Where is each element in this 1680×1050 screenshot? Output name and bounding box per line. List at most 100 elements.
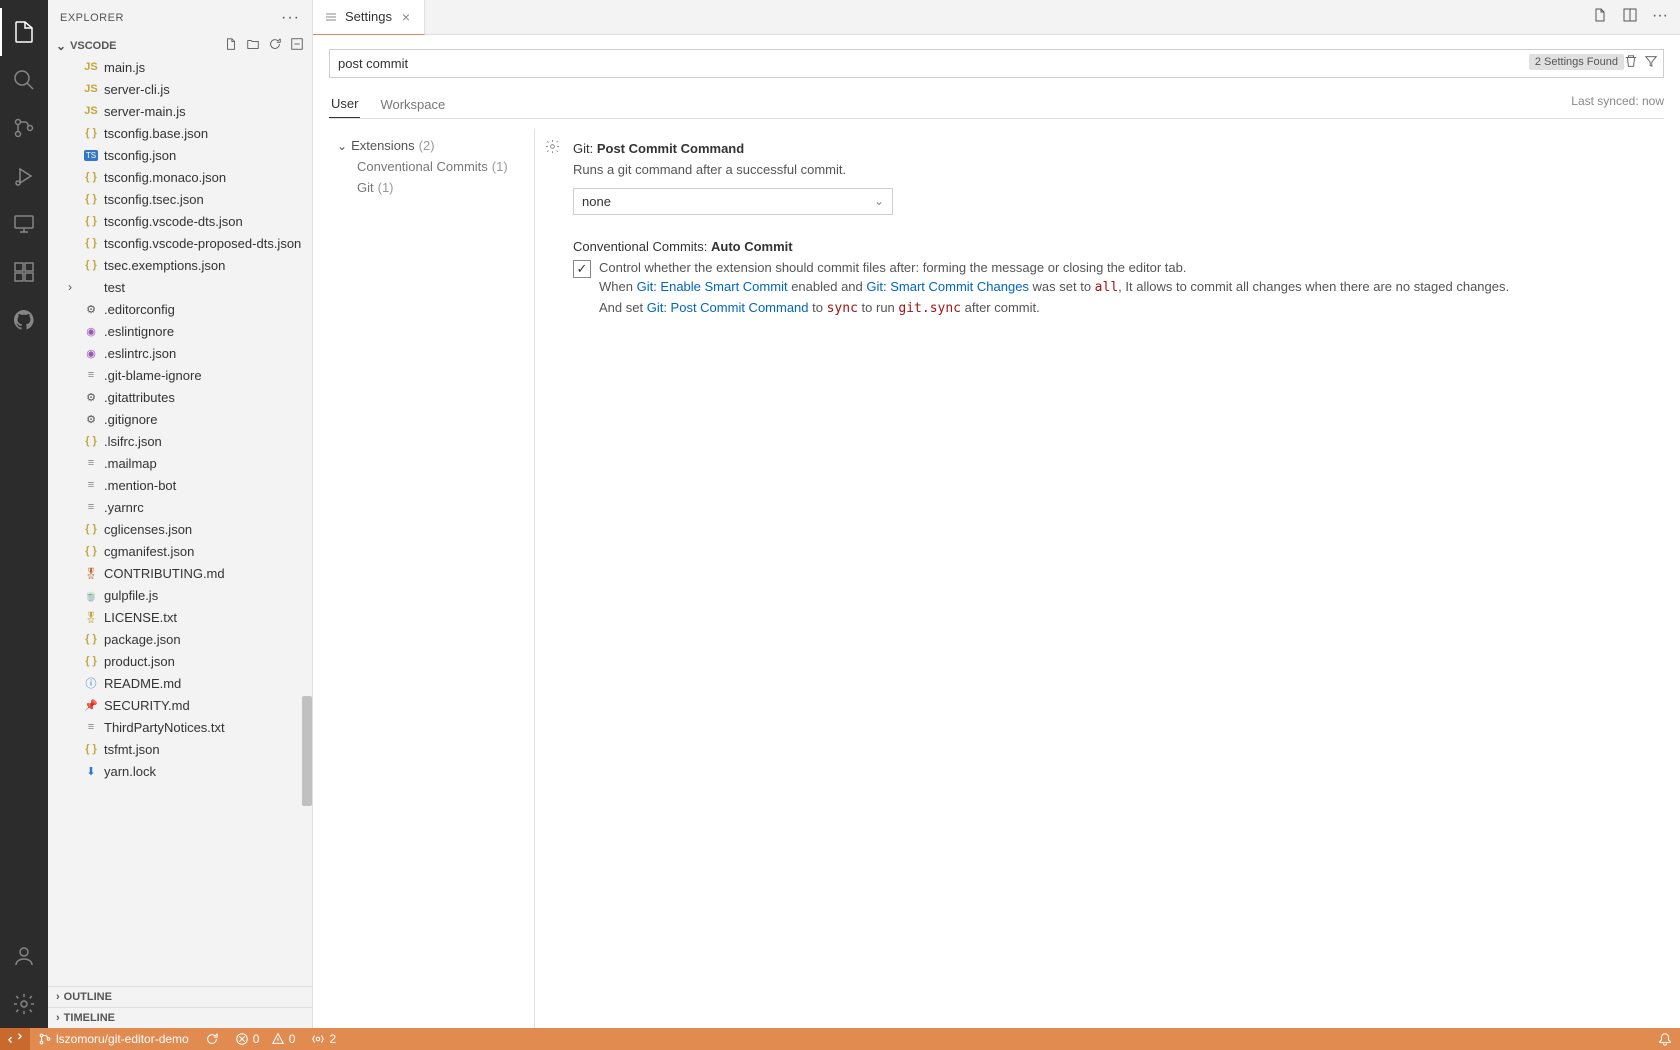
file-item[interactable]: 🎖CONTRIBUTING.md [48, 562, 312, 584]
link-post-commit-command[interactable]: Git: Post Commit Command [647, 300, 809, 315]
file-name: ThirdPartyNotices.txt [104, 720, 225, 735]
file-tree[interactable]: JSmain.jsJSserver-cli.jsJSserver-main.js… [48, 56, 312, 986]
folder-actions [224, 37, 304, 54]
notifications-icon[interactable] [1650, 1032, 1680, 1046]
file-item[interactable]: { }tsconfig.vscode-dts.json [48, 210, 312, 232]
file-item[interactable]: ≡.git-blame-ignore [48, 364, 312, 386]
setting-dropdown[interactable]: none ⌄ [573, 188, 893, 215]
collapse-icon[interactable] [290, 37, 304, 54]
close-icon[interactable]: × [398, 9, 414, 25]
tab-settings[interactable]: Settings × [313, 0, 425, 35]
remote-explorer-icon[interactable] [0, 200, 48, 248]
file-item[interactable]: { }tsconfig.tsec.json [48, 188, 312, 210]
file-item[interactable]: { }cglicenses.json [48, 518, 312, 540]
github-icon[interactable] [0, 296, 48, 344]
status-bar: lszomoru/git-editor-demo 0 0 2 [0, 1028, 1680, 1050]
link-enable-smart-commit[interactable]: Git: Enable Smart Commit [637, 279, 788, 294]
toc-git[interactable]: Git(1) [329, 177, 534, 198]
timeline-section[interactable]: ›TIMELINE [48, 1007, 312, 1028]
sync-indicator[interactable] [197, 1028, 227, 1050]
file-item[interactable]: JSmain.js [48, 56, 312, 78]
file-item[interactable]: { }product.json [48, 650, 312, 672]
file-item[interactable]: ⬇yarn.lock [48, 760, 312, 782]
file-item[interactable]: JSserver-cli.js [48, 78, 312, 100]
new-file-icon[interactable] [224, 37, 238, 54]
debug-icon[interactable] [0, 152, 48, 200]
setting-checkbox[interactable]: ✓ [573, 260, 591, 278]
file-name: SECURITY.md [104, 698, 190, 713]
file-item[interactable]: ≡.mention-bot [48, 474, 312, 496]
gear-icon[interactable] [545, 139, 560, 159]
folder-item[interactable]: ›test [48, 276, 312, 298]
file-item[interactable]: { }tsconfig.vscode-proposed-dts.json [48, 232, 312, 254]
file-name: .yarnrc [104, 500, 144, 515]
file-item[interactable]: ◉.eslintrc.json [48, 342, 312, 364]
toc-conventional-commits[interactable]: Conventional Commits(1) [329, 156, 534, 177]
setting-git-post-commit-command: Git: Post Commit Command Runs a git comm… [545, 135, 1644, 233]
file-item[interactable]: ⓘREADME.md [48, 672, 312, 694]
file-item[interactable]: { }tsfmt.json [48, 738, 312, 760]
new-folder-icon[interactable] [246, 37, 260, 54]
sidebar-more-icon[interactable]: ··· [281, 9, 300, 27]
refresh-icon[interactable] [268, 37, 282, 54]
file-item[interactable]: ⚙.gitattributes [48, 386, 312, 408]
file-name: CONTRIBUTING.md [104, 566, 225, 581]
branch-indicator[interactable]: lszomoru/git-editor-demo [30, 1028, 197, 1050]
dropdown-value: none [582, 194, 611, 209]
folder-name: VSCODE [70, 40, 116, 52]
link-smart-commit-changes[interactable]: Git: Smart Commit Changes [866, 279, 1029, 294]
chevron-down-icon: ⌄ [874, 194, 884, 208]
search-icon[interactable] [0, 56, 48, 104]
file-name: .git-blame-ignore [104, 368, 202, 383]
source-control-icon[interactable] [0, 104, 48, 152]
explorer-icon[interactable] [0, 8, 48, 56]
settings-found-badge: 2 Settings Found [1529, 54, 1624, 70]
remote-indicator[interactable] [0, 1028, 30, 1050]
file-name: package.json [104, 632, 181, 647]
manage-icon[interactable] [0, 980, 48, 1028]
file-name: tsconfig.tsec.json [104, 192, 204, 207]
file-item[interactable]: ≡ThirdPartyNotices.txt [48, 716, 312, 738]
file-item[interactable]: { }tsconfig.monaco.json [48, 166, 312, 188]
file-item[interactable]: ≡.mailmap [48, 452, 312, 474]
file-name: .lsifrc.json [104, 434, 162, 449]
file-item[interactable]: { }tsconfig.base.json [48, 122, 312, 144]
clear-search-icon[interactable] [1624, 54, 1638, 73]
settings-search-input[interactable] [329, 49, 1664, 78]
file-name: cgmanifest.json [104, 544, 194, 559]
open-settings-json-icon[interactable] [1592, 7, 1608, 28]
file-item[interactable]: { }cgmanifest.json [48, 540, 312, 562]
file-item[interactable]: { }.lsifrc.json [48, 430, 312, 452]
filter-icon[interactable] [1644, 54, 1658, 73]
file-item[interactable]: ◉.eslintignore [48, 320, 312, 342]
toc-extensions[interactable]: ⌄Extensions(2) [329, 135, 534, 156]
file-item[interactable]: TStsconfig.json [48, 144, 312, 166]
folder-header[interactable]: ⌄ VSCODE [48, 35, 312, 56]
problems-indicator[interactable]: 0 0 [227, 1028, 304, 1050]
file-name: yarn.lock [104, 764, 156, 779]
extensions-icon[interactable] [0, 248, 48, 296]
split-editor-icon[interactable] [1622, 7, 1638, 28]
file-item[interactable]: 🎖LICENSE.txt [48, 606, 312, 628]
outline-section[interactable]: ›OUTLINE [48, 986, 312, 1007]
file-name: .gitattributes [104, 390, 175, 405]
ports-indicator[interactable]: 2 [303, 1028, 344, 1050]
scope-tabs: User Workspace Last synced: now [329, 90, 1664, 119]
file-item[interactable]: { }tsec.exemptions.json [48, 254, 312, 276]
file-item[interactable]: ⚙.editorconfig [48, 298, 312, 320]
file-name: .editorconfig [104, 302, 175, 317]
scope-workspace[interactable]: Workspace [378, 91, 447, 118]
sync-status: Last synced: now [1571, 94, 1664, 114]
file-item[interactable]: 📌SECURITY.md [48, 694, 312, 716]
accounts-icon[interactable] [0, 932, 48, 980]
file-item[interactable]: ≡.yarnrc [48, 496, 312, 518]
scrollbar[interactable] [302, 696, 312, 806]
file-name: .mailmap [104, 456, 157, 471]
more-actions-icon[interactable]: ··· [1652, 7, 1668, 28]
file-item[interactable]: JSserver-main.js [48, 100, 312, 122]
file-item[interactable]: { }package.json [48, 628, 312, 650]
file-item[interactable]: 🍵gulpfile.js [48, 584, 312, 606]
chevron-right-icon: › [56, 991, 60, 1003]
scope-user[interactable]: User [329, 90, 360, 118]
file-item[interactable]: ⚙.gitignore [48, 408, 312, 430]
